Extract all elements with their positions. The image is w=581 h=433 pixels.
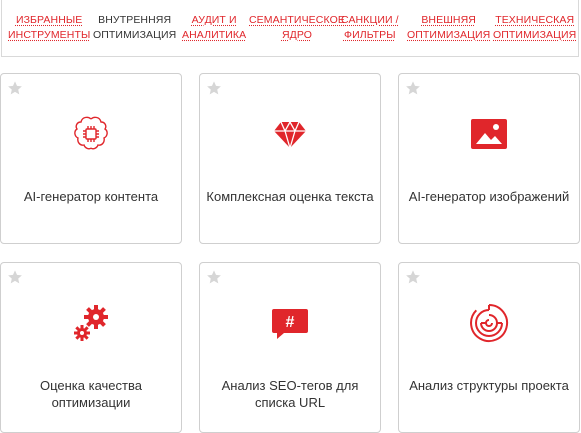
tool-card-ai-images[interactable]: AI-генератор изображений [398,73,580,244]
card-title: AI-генератор контента [23,189,159,204]
tool-card-seo-tags[interactable]: # Анализ SEO-тегов для списка URL [199,262,381,433]
card-title: AI-генератор изображений [408,189,570,204]
star-icon[interactable] [405,269,421,285]
tab-semantic-core[interactable]: СЕМАНТИЧЕСКОЕ ЯДРО [249,13,345,43]
star-icon[interactable] [405,80,421,96]
tab-internal-optimization[interactable]: ВНУТРЕННЯЯ ОПТИМИЗАЦИЯ [93,13,176,43]
image-icon [471,119,507,149]
star-icon[interactable] [206,80,222,96]
card-title: Оценка качества оптимизации [39,378,142,410]
svg-text:#: # [286,314,295,331]
tool-card-ai-content[interactable]: AI-генератор контента [0,73,182,244]
card-title: Анализ структуры проекта [409,378,569,393]
tab-sanctions-filters[interactable]: САНКЦИИ / ФИЛЬТРЫ [341,13,399,43]
category-tabs: ИЗБРАННЫЕ ИНСТРУМЕНТЫ ВНУТРЕННЯЯ ОПТИМИЗ… [1,0,579,57]
tab-external-optimization[interactable]: ВНЕШНЯЯ ОПТИМИЗАЦИЯ [407,13,490,43]
brain-chip-icon [74,116,108,150]
gears-icon [74,305,108,341]
star-icon[interactable] [206,269,222,285]
tab-audit-analytics[interactable]: АУДИТ И АНАЛИТИКА [182,13,246,43]
star-icon[interactable] [7,269,23,285]
card-title: Анализ SEO-тегов для списка URL [221,378,359,410]
card-title: Комплексная оценка текста [206,189,374,204]
star-icon[interactable] [7,80,23,96]
tab-favorites[interactable]: ИЗБРАННЫЕ ИНСТРУМЕНТЫ [8,13,90,43]
gem-icon [274,120,306,151]
tab-technical-optimization[interactable]: ТЕХНИЧЕСКАЯ ОПТИМИЗАЦИЯ [493,13,576,43]
tool-card-optimization-quality[interactable]: Оценка качества оптимизации [0,262,182,433]
tool-card-text-evaluation[interactable]: Комплексная оценка текста [199,73,381,244]
maze-icon [470,303,509,342]
hashtag-bubble-icon: # [272,309,308,339]
tool-card-project-structure[interactable]: Анализ структуры проекта [398,262,580,433]
